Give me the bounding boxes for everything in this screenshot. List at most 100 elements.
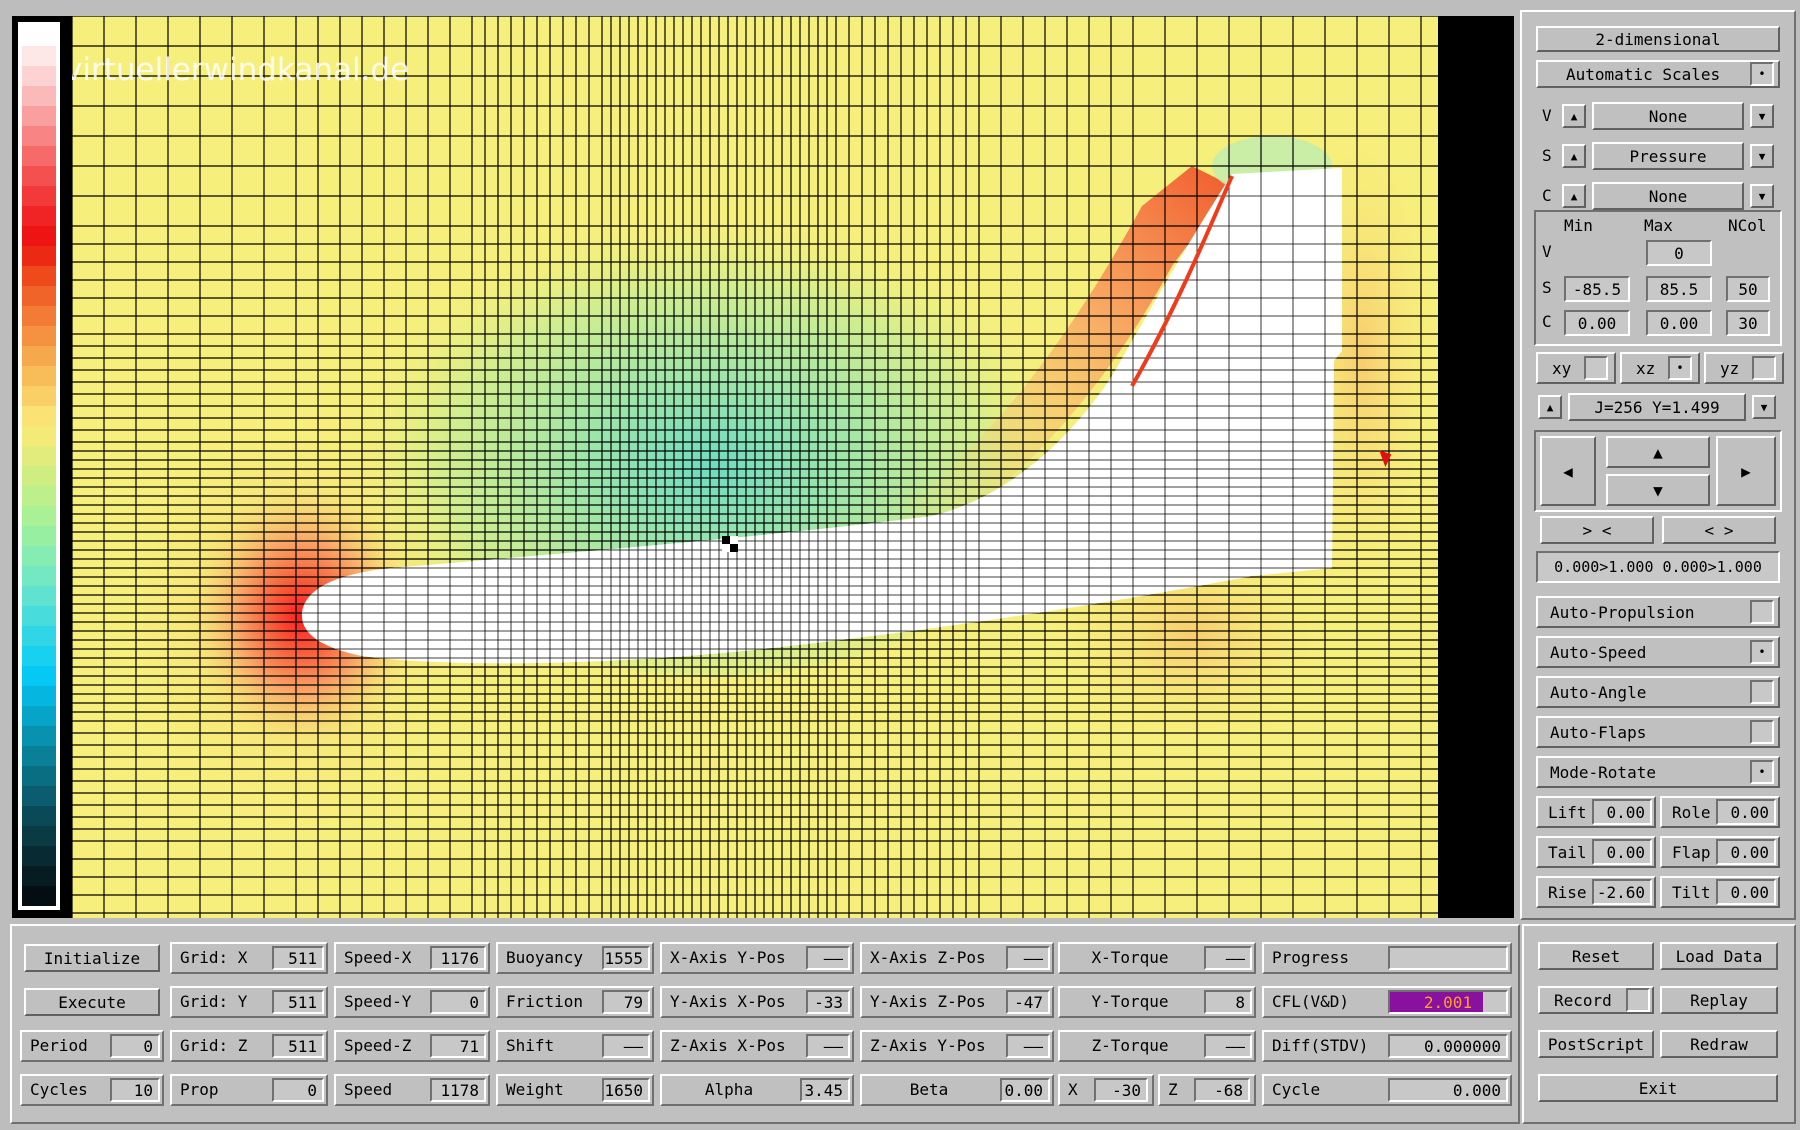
alpha-value-field[interactable]: 3.45: [800, 1078, 850, 1102]
diff-value-field[interactable]: 0.000000: [1388, 1034, 1508, 1058]
zoom-in-button[interactable]: > <: [1540, 516, 1654, 544]
tail-value-field[interactable]: 0.00: [1592, 839, 1652, 865]
toggle-auto-speed-button[interactable]: Auto-Speed: [1536, 636, 1780, 668]
rise-value-field[interactable]: -2.60: [1592, 879, 1652, 905]
yaxis-zpos-value-field[interactable]: -47: [1006, 990, 1050, 1014]
plane-xz-checkbox[interactable]: •: [1668, 356, 1692, 380]
pan-down-button[interactable]: ▼: [1606, 474, 1710, 506]
speed-z-value-field[interactable]: 71: [430, 1034, 486, 1058]
channel-s-dropdown-icon[interactable]: ▼: [1750, 144, 1774, 168]
plane-yz-checkbox[interactable]: [1752, 356, 1776, 380]
pan-left-button[interactable]: ◀: [1540, 436, 1596, 506]
legend-swatch: [22, 186, 56, 206]
channel-v-select[interactable]: None: [1592, 102, 1744, 130]
s-max-field[interactable]: 85.5: [1646, 276, 1712, 302]
replay-button[interactable]: Replay: [1660, 986, 1778, 1014]
diff-label: Diff(STDV): [1272, 1036, 1369, 1055]
plane-xy-checkbox[interactable]: [1584, 356, 1608, 380]
plane-yz-label: yz: [1720, 358, 1740, 378]
postscript-button[interactable]: PostScript: [1538, 1030, 1654, 1058]
execute-button[interactable]: Execute: [24, 988, 160, 1016]
legend-frame: [18, 22, 60, 910]
x-torque-value-field[interactable]: ——: [1204, 946, 1252, 970]
toggle-mode-rotate-button[interactable]: Mode-Rotate: [1536, 756, 1780, 788]
role-value-field[interactable]: 0.00: [1716, 799, 1776, 825]
toggle-mode-rotate-checkbox[interactable]: •: [1750, 760, 1774, 784]
tilt-value-field[interactable]: 0.00: [1716, 879, 1776, 905]
c-ncol-field[interactable]: 30: [1726, 310, 1770, 336]
z-torque-value-field[interactable]: ——: [1204, 1034, 1252, 1058]
c-scale-key: C: [1542, 312, 1552, 331]
legend-swatch: [22, 806, 56, 826]
toggle-auto-flaps-button[interactable]: Auto-Flaps: [1536, 716, 1780, 748]
slice-selector[interactable]: J=256 Y=1.499: [1568, 393, 1746, 421]
z-coord-value-field[interactable]: -68: [1194, 1078, 1250, 1102]
x-coord-value-field[interactable]: -30: [1094, 1078, 1148, 1102]
channel-s-up-arrow-icon[interactable]: ▲: [1562, 144, 1586, 168]
speed-y-value-field[interactable]: 0: [430, 990, 486, 1014]
view-mode-button[interactable]: 2-dimensional: [1536, 26, 1780, 52]
toggle-auto-angle-button[interactable]: Auto-Angle: [1536, 676, 1780, 708]
grid-z-value-field[interactable]: 511: [272, 1034, 324, 1058]
c-max-field[interactable]: 0.00: [1646, 310, 1712, 336]
v-max-field[interactable]: 0: [1646, 240, 1712, 266]
channel-s-select[interactable]: Pressure: [1592, 142, 1744, 170]
zaxis-xpos-value-field[interactable]: ——: [806, 1034, 850, 1058]
buoyancy-value-field[interactable]: 1555: [602, 946, 650, 970]
xaxis-ypos-value-field[interactable]: ——: [806, 946, 850, 970]
channel-c-dropdown-icon[interactable]: ▼: [1750, 184, 1774, 208]
load-data-button[interactable]: Load Data: [1660, 942, 1778, 970]
record-label: Record: [1554, 990, 1612, 1010]
s-ncol-field[interactable]: 50: [1726, 276, 1770, 302]
channel-c-up-arrow-icon[interactable]: ▲: [1562, 184, 1586, 208]
progress-value-field[interactable]: [1388, 946, 1508, 970]
channel-v-dropdown-icon[interactable]: ▼: [1750, 104, 1774, 128]
probe-marker[interactable]: [722, 536, 738, 552]
exit-button[interactable]: Exit: [1538, 1074, 1778, 1102]
friction-value-field[interactable]: 79: [602, 990, 650, 1014]
weight-value-field[interactable]: 1650: [602, 1078, 650, 1102]
speed-value-field[interactable]: 1178: [430, 1078, 486, 1102]
prop-value-field[interactable]: 0: [272, 1078, 324, 1102]
legend-swatch: [22, 86, 56, 106]
c-min-field[interactable]: 0.00: [1564, 310, 1630, 336]
toggle-auto-propulsion-checkbox[interactable]: [1750, 600, 1774, 624]
s-min-field[interactable]: -85.5: [1564, 276, 1630, 302]
slice-up-arrow-icon[interactable]: ▲: [1538, 395, 1562, 419]
shift-value-field[interactable]: ——: [602, 1034, 650, 1058]
redraw-button[interactable]: Redraw: [1660, 1030, 1778, 1058]
pan-right-button[interactable]: ▶: [1716, 436, 1776, 506]
reset-button[interactable]: Reset: [1538, 942, 1654, 970]
channel-c-select[interactable]: None: [1592, 182, 1744, 210]
slice-down-arrow-icon[interactable]: ▼: [1752, 395, 1776, 419]
toggle-auto-angle-checkbox[interactable]: [1750, 680, 1774, 704]
beta-value-field[interactable]: 0.00: [1000, 1078, 1050, 1102]
grid-x-value-field[interactable]: 511: [272, 946, 324, 970]
zaxis-ypos-value-field[interactable]: ——: [1006, 1034, 1050, 1058]
arrow-down-icon: ▼: [1653, 480, 1663, 500]
toggle-auto-flaps-checkbox[interactable]: [1750, 720, 1774, 744]
automatic-scales-checkbox[interactable]: •: [1750, 62, 1774, 86]
flow-field-view[interactable]: virtuellerwindkanal.de: [72, 16, 1438, 918]
channel-key-s: S: [1542, 146, 1552, 165]
cycles-value-field[interactable]: 10: [110, 1078, 160, 1102]
channel-v-up-arrow-icon[interactable]: ▲: [1562, 104, 1586, 128]
toggle-auto-speed-checkbox[interactable]: •: [1750, 640, 1774, 664]
yaxis-xpos-value-field[interactable]: -33: [806, 990, 850, 1014]
record-checkbox[interactable]: [1626, 988, 1650, 1012]
y-torque-value-field[interactable]: 8: [1204, 990, 1252, 1014]
zoom-out-button[interactable]: < >: [1662, 516, 1776, 544]
automatic-scales-button[interactable]: Automatic Scales: [1536, 60, 1780, 88]
toggle-auto-propulsion-button[interactable]: Auto-Propulsion: [1536, 596, 1780, 628]
legend-swatch: [22, 406, 56, 426]
period-value-field[interactable]: 0: [110, 1034, 160, 1058]
xaxis-zpos-value-field[interactable]: ——: [1006, 946, 1050, 970]
lift-value-field[interactable]: 0.00: [1592, 799, 1652, 825]
speed-x-value-field[interactable]: 1176: [430, 946, 486, 970]
pan-up-button[interactable]: ▲: [1606, 436, 1710, 468]
cycle-value-field[interactable]: 0.000: [1388, 1078, 1508, 1102]
grid-y-value-field[interactable]: 511: [272, 990, 324, 1014]
initialize-button[interactable]: Initialize: [24, 944, 160, 972]
flap-value-field[interactable]: 0.00: [1716, 839, 1776, 865]
s-scale-key: S: [1542, 278, 1552, 297]
